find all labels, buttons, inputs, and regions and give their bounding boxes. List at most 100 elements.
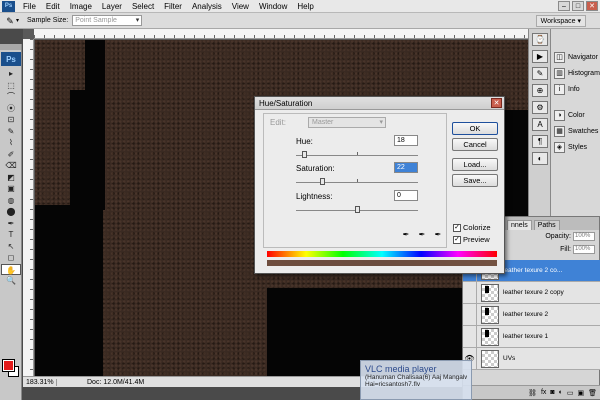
menu-help[interactable]: Help [292,0,318,13]
dock-item-info[interactable]: i Info [551,81,600,97]
adjustment-layer-icon[interactable]: ◐ [559,389,563,396]
minimize-button[interactable]: – [558,1,570,11]
visibility-eye-icon[interactable] [463,281,477,304]
brushes-icon[interactable]: ✎ [532,67,548,80]
colorize-checkbox[interactable]: ✓ Colorize [453,223,491,232]
clone-source-icon[interactable]: ⊕ [532,84,548,97]
hue-slider-track[interactable] [296,155,418,156]
lightness-slider-thumb[interactable] [355,206,360,213]
new-layer-icon[interactable]: ▣ [577,389,584,397]
layer-row[interactable]: leather texure 2 copy [463,281,600,304]
eyedropper-minus-icon[interactable]: ✒ [433,230,443,240]
top-ruler[interactable] [34,29,528,39]
hue-slider-tick [357,152,358,155]
dock-item-navigator[interactable]: ◫ Navigator [551,49,600,65]
character-icon[interactable]: A [532,118,548,131]
visibility-eye-icon[interactable] [463,303,477,326]
paragraph-icon[interactable]: ¶ [532,135,548,148]
saturation-slider-thumb[interactable] [320,178,325,185]
tab-channels[interactable]: nnels [507,220,532,230]
healing-tool-icon[interactable]: ⌇ [1,137,21,149]
eraser-tool-icon[interactable]: ⌫ [1,160,21,172]
actions-icon[interactable]: ▶ [532,50,548,63]
type-tool-icon[interactable]: T [1,229,21,241]
adjustments-icon[interactable]: ◐ [532,152,548,165]
hand-tool-icon[interactable]: ✋ [1,263,21,275]
layer-name: leather texure 2 co... [503,267,563,274]
layers-list: leather texure 2 co... leather texure 2 … [463,259,600,370]
dock-item-histogram[interactable]: ▥ Histogram [551,65,600,81]
lightness-input[interactable]: 0 [394,190,418,201]
saturation-slider-track[interactable] [296,182,418,183]
menu-file[interactable]: File [18,0,41,13]
menu-window[interactable]: Window [254,0,292,13]
ok-button[interactable]: OK [452,122,498,135]
brush-tool-icon[interactable]: ✐ [1,149,21,161]
toolbox-header[interactable] [0,44,21,50]
dialog-titlebar[interactable]: Hue/Saturation ✕ [255,97,504,110]
edit-range-select[interactable]: Master [308,117,386,128]
hue-input[interactable]: 18 [394,135,418,146]
path-select-tool-icon[interactable]: ↖ [1,241,21,253]
dodge-tool-icon[interactable]: ⬤ [1,206,21,218]
layer-row[interactable]: 👁 UVs [463,347,600,370]
saturation-label: Saturation: [296,164,335,173]
hue-slider-thumb[interactable] [302,151,307,158]
left-ruler[interactable] [23,39,34,387]
dock-item-swatches[interactable]: ▦ Swatches [551,123,600,139]
gradient-tool-icon[interactable]: ◩ [1,172,21,184]
dock-item-color[interactable]: ◑ Color [551,107,600,123]
menu-analysis[interactable]: Analysis [187,0,227,13]
move-tool-icon[interactable]: ▸ [1,68,21,80]
close-button[interactable]: ✕ [586,1,598,11]
marquee-tool-icon[interactable]: ⬚ [1,80,21,92]
layer-name: leather texure 2 [503,311,549,318]
workspace-button[interactable]: Workspace ▾ [535,15,586,27]
maximize-button[interactable]: □ [572,1,584,11]
menu-view[interactable]: View [227,0,254,13]
cancel-button[interactable]: Cancel [452,138,498,151]
fill-input[interactable]: 100% [573,245,595,254]
pen-tool-icon[interactable]: ✒ [1,218,21,230]
menu-image[interactable]: Image [65,0,97,13]
delete-layer-icon[interactable]: 🗑 [588,389,597,397]
layer-style-icon[interactable]: fx [541,389,546,396]
opacity-input[interactable]: 100% [573,232,595,241]
stamp-tool-icon[interactable]: ▣ [1,183,21,195]
panel-dock: ◫ Navigator ▥ Histogram i Info ◑ Color ▦… [550,29,600,219]
preview-checkbox[interactable]: ✓ Preview [453,235,490,244]
sample-size-select[interactable]: Point Sample [72,15,143,26]
layer-row[interactable]: leather texure 1 [463,325,600,348]
layer-mask-icon[interactable]: ◙ [550,389,554,396]
menu-edit[interactable]: Edit [41,0,65,13]
tool-presets-icon[interactable]: ⚙ [532,101,548,114]
zoom-tool-icon[interactable]: 🔍 [1,275,21,287]
eyedropper-icon[interactable]: ✒ [401,230,411,240]
dock-item-styles[interactable]: ◈ Styles [551,139,600,155]
layer-row[interactable]: leather texure 2 [463,303,600,326]
menu-filter[interactable]: Filter [159,0,187,13]
eyedropper-tool-icon[interactable]: ✎ [1,126,21,138]
eyedropper-icon[interactable]: ✎ [4,15,16,27]
zoom-level[interactable]: 183.31% [23,378,57,386]
tab-paths[interactable]: Paths [533,220,560,230]
dialog-close-button[interactable]: ✕ [491,98,502,108]
blur-tool-icon[interactable]: ◍ [1,195,21,207]
save-button[interactable]: Save... [452,174,498,187]
crop-tool-icon[interactable]: ⊡ [1,114,21,126]
visibility-eye-icon[interactable] [463,325,477,348]
vlc-notification[interactable]: VLC media player (Hanuman Chalisaa(6) Aa… [360,360,472,400]
load-button[interactable]: Load... [452,158,498,171]
chevron-down-icon[interactable]: ▾ [16,17,19,24]
new-group-icon[interactable]: ▭ [567,389,574,397]
lasso-tool-icon[interactable]: ⌒ [1,91,21,103]
eyedropper-plus-icon[interactable]: ✒ [417,230,427,240]
saturation-input[interactable]: 22 [394,162,418,173]
link-layers-icon[interactable]: ⛓ [528,389,537,397]
menu-layer[interactable]: Layer [97,0,127,13]
foreground-color-swatch[interactable] [2,359,15,372]
shape-tool-icon[interactable]: ◻ [1,252,21,264]
menu-select[interactable]: Select [127,0,159,13]
quick-select-tool-icon[interactable]: ⦿ [1,103,21,115]
history-icon[interactable]: ⌚ [532,33,548,46]
